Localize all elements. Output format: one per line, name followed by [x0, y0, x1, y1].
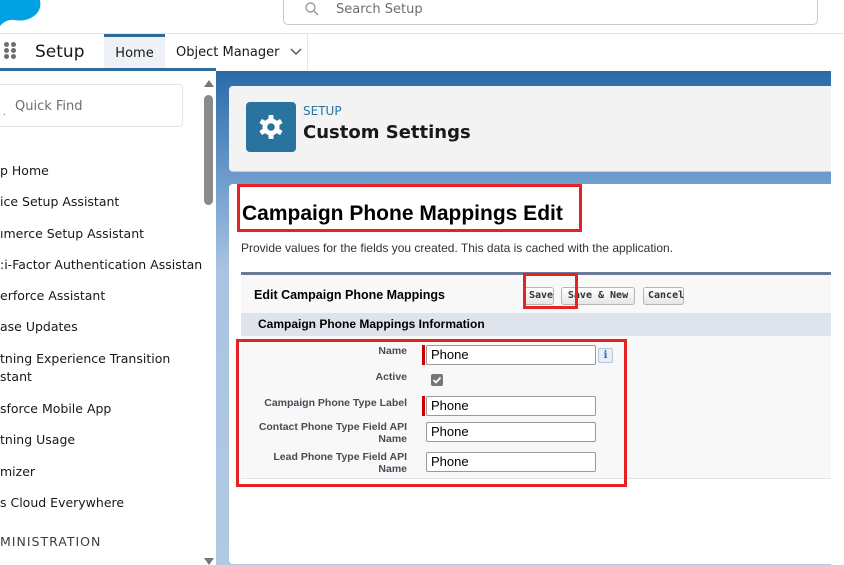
- save-button[interactable]: Save: [524, 287, 554, 305]
- gear-icon: [246, 102, 296, 152]
- content-card: Campaign Phone Mappings Edit Provide val…: [229, 184, 831, 564]
- label-line1: Contact Phone Type Field API: [258, 421, 407, 433]
- info-icon[interactable]: i: [598, 348, 613, 363]
- scroll-down-arrow-icon[interactable]: [204, 558, 214, 565]
- sidebar-item-commerce-setup-assistant[interactable]: ımerce Setup Assistant: [0, 225, 144, 243]
- sidebar-item-setup-home[interactable]: p Home: [0, 162, 49, 180]
- tab-home-label: Home: [115, 46, 154, 61]
- app-name: Setup: [35, 42, 85, 62]
- active-label: Active: [375, 371, 407, 383]
- name-field[interactable]: Phone: [426, 345, 596, 365]
- lead-phone-type-field-api-name-field[interactable]: Phone: [426, 452, 596, 472]
- chevron-down-icon[interactable]: [290, 45, 302, 57]
- tab-object-manager[interactable]: Object Manager: [176, 34, 302, 70]
- name-label: Name: [378, 345, 407, 357]
- search-placeholder: Search Setup: [336, 2, 423, 17]
- save-and-new-button[interactable]: Save & New: [561, 287, 635, 305]
- sidebar-item-release-updates[interactable]: ase Updates: [0, 318, 78, 336]
- label-line2: Name: [378, 463, 407, 475]
- salesforce-logo[interactable]: [0, 0, 42, 26]
- page-header: SETUP Custom Settings: [229, 86, 831, 172]
- lead-phone-type-field-api-name-label: Lead Phone Type Field API Name: [247, 451, 407, 475]
- sidebar-section-administration[interactable]: MINISTRATION: [0, 534, 101, 549]
- sidebar-item-salesforce-assistant[interactable]: erforce Assistant: [0, 287, 105, 305]
- setup-sidebar: . Quick Find p Home ice Setup Assistant …: [0, 71, 216, 565]
- edit-form-block: Edit Campaign Phone Mappings Save Save &…: [241, 272, 831, 479]
- required-indicator: [422, 396, 425, 416]
- label-line1: Lead Phone Type Field API: [273, 451, 407, 463]
- search-icon: .: [3, 107, 6, 118]
- quick-find-input[interactable]: . Quick Find: [0, 84, 183, 127]
- global-header: Search Setup: [0, 0, 844, 34]
- app-launcher-icon[interactable]: [4, 42, 20, 59]
- checkmark-icon: [432, 376, 442, 384]
- sidebar-item-optimizer[interactable]: mizer: [0, 463, 35, 481]
- search-icon: [305, 2, 319, 16]
- section-title: Campaign Phone Mappings Information: [258, 317, 485, 331]
- label-line2: Name: [378, 433, 407, 445]
- right-edge: [831, 71, 844, 565]
- sidebar-item-salesforce-mobile-app[interactable]: sforce Mobile App: [0, 400, 111, 418]
- nav-divider: [307, 34, 308, 70]
- active-checkbox[interactable]: [431, 374, 443, 386]
- sidebar-item-service-setup-assistant[interactable]: ice Setup Assistant: [0, 193, 119, 211]
- scroll-up-arrow-icon[interactable]: [204, 80, 214, 87]
- sidebar-item-sales-cloud-everywhere[interactable]: s Cloud Everywhere: [0, 494, 124, 512]
- campaign-phone-type-label-label: Campaign Phone Type Label: [264, 397, 407, 409]
- nav-bar: Setup Home Object Manager: [0, 34, 844, 70]
- sidebar-item-label-line2: stant: [0, 369, 32, 384]
- edit-block-title: Edit Campaign Phone Mappings: [254, 288, 445, 302]
- page-title: Campaign Phone Mappings Edit: [242, 202, 563, 225]
- quick-find-placeholder: Quick Find: [15, 99, 83, 114]
- page-description: Provide values for the fields you create…: [241, 241, 674, 255]
- contact-phone-type-field-api-name-label: Contact Phone Type Field API Name: [247, 421, 407, 445]
- global-search-input[interactable]: Search Setup: [283, 0, 818, 25]
- required-indicator: [422, 345, 425, 365]
- sidebar-scrollbar-thumb[interactable]: [204, 95, 213, 205]
- sidebar-item-mfa-assistant[interactable]: :i-Factor Authentication Assistant: [0, 256, 207, 274]
- tab-object-manager-label: Object Manager: [176, 45, 280, 60]
- sidebar-item-lightning-usage[interactable]: tning Usage: [0, 431, 75, 449]
- page-header-title: Custom Settings: [303, 122, 471, 143]
- tab-home[interactable]: Home: [104, 34, 165, 70]
- cancel-button[interactable]: Cancel: [643, 287, 684, 305]
- contact-phone-type-field-api-name-field[interactable]: Phone: [426, 422, 596, 442]
- sidebar-item-lightning-transition-assistant[interactable]: tning Experience Transition stant: [0, 350, 170, 386]
- section-header: Campaign Phone Mappings Information: [241, 313, 831, 336]
- page-header-kicker: SETUP: [303, 104, 342, 118]
- sidebar-item-label: tning Experience Transition: [0, 351, 171, 366]
- campaign-phone-type-label-field[interactable]: Phone: [426, 396, 596, 416]
